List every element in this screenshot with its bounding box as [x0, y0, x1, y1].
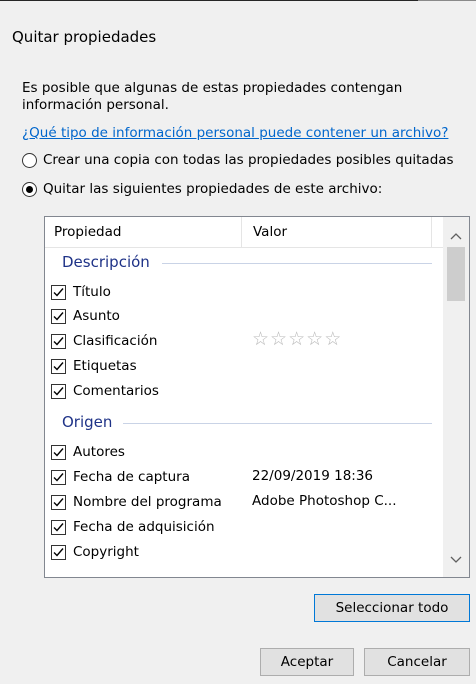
checkbox[interactable] — [51, 284, 66, 300]
property-label: Fecha de adquisición — [73, 519, 215, 535]
checkbox[interactable] — [51, 308, 66, 324]
property-label: Clasificación — [73, 333, 158, 349]
top-border — [0, 0, 418, 1]
option-copy-radio[interactable]: Crear una copia con todas las propiedade… — [22, 152, 454, 168]
group-header-descripcion: Descripción — [62, 253, 150, 271]
top-border-right — [418, 0, 476, 1]
checkbox[interactable] — [51, 519, 66, 535]
checkmark-icon — [53, 472, 64, 482]
cancel-button[interactable]: Cancelar — [364, 648, 470, 676]
list-item[interactable]: Nombre del programa — [51, 492, 222, 512]
chevron-down-icon[interactable] — [443, 547, 469, 573]
checkmark-icon — [53, 497, 64, 507]
group-label: Descripción — [62, 253, 150, 271]
star-icon[interactable]: ☆ — [324, 328, 342, 350]
star-icon[interactable]: ☆ — [252, 328, 270, 350]
property-label: Nombre del programa — [73, 494, 222, 510]
property-label: Etiquetas — [73, 358, 137, 374]
checkbox[interactable] — [51, 444, 66, 460]
option-copy-label: Crear una copia con todas las propiedade… — [43, 152, 454, 168]
checkbox[interactable] — [51, 333, 66, 349]
vertical-scrollbar[interactable] — [443, 217, 469, 577]
ok-button[interactable]: Aceptar — [260, 648, 354, 676]
list-item[interactable]: Etiquetas — [51, 356, 137, 376]
checkmark-icon — [53, 547, 64, 557]
property-value: Adobe Photoshop C... — [252, 493, 397, 509]
properties-list[interactable]: Propiedad Valor Descripción Título Asunt… — [44, 216, 470, 578]
radio-button-remove[interactable] — [22, 181, 37, 197]
rating-stars[interactable]: ☆☆☆☆☆ — [252, 328, 342, 350]
option-remove-label: Quitar las siguientes propiedades de est… — [43, 181, 383, 197]
list-item[interactable]: Autores — [51, 442, 125, 462]
dialog-description: Es posible que algunas de estas propieda… — [22, 80, 403, 113]
column-divider[interactable] — [241, 217, 242, 247]
property-label: Comentarios — [73, 383, 159, 399]
checkbox[interactable] — [51, 383, 66, 399]
list-item[interactable]: Fecha de adquisición — [51, 517, 215, 537]
option-remove-radio[interactable]: Quitar las siguientes propiedades de est… — [22, 181, 382, 197]
radio-button-copy[interactable] — [22, 152, 37, 168]
checkmark-icon — [53, 447, 64, 457]
scrollbar-thumb[interactable] — [447, 247, 465, 301]
checkbox[interactable] — [51, 494, 66, 510]
checkmark-icon — [53, 361, 64, 371]
dialog-title: Quitar propiedades — [12, 28, 157, 46]
star-icon[interactable]: ☆ — [270, 328, 288, 350]
checkbox[interactable] — [51, 358, 66, 374]
checkbox[interactable] — [51, 469, 66, 485]
list-item[interactable]: Título — [51, 282, 111, 302]
property-value: 22/09/2019 18:36 — [252, 468, 374, 484]
group-divider — [123, 423, 432, 424]
property-label: Asunto — [73, 308, 120, 324]
list-item[interactable]: Asunto — [51, 306, 120, 326]
group-label: Origen — [62, 413, 113, 431]
list-item[interactable]: Clasificación — [51, 331, 157, 351]
star-icon[interactable]: ☆ — [288, 328, 306, 350]
select-all-button[interactable]: Seleccionar todo — [314, 594, 470, 622]
checkmark-icon — [53, 287, 64, 297]
group-header-origen: Origen — [62, 413, 112, 431]
star-icon[interactable]: ☆ — [306, 328, 324, 350]
checkmark-icon — [53, 386, 64, 396]
chevron-up-icon[interactable] — [443, 223, 469, 249]
list-item[interactable]: Copyright — [51, 542, 139, 562]
column-divider[interactable] — [431, 217, 432, 247]
personal-info-link[interactable]: ¿Qué tipo de información personal puede … — [22, 125, 448, 141]
list-item[interactable]: Comentarios — [51, 381, 159, 401]
checkbox[interactable] — [51, 544, 66, 560]
checkmark-icon — [53, 522, 64, 532]
list-item[interactable]: Fecha de captura — [51, 467, 190, 487]
property-label: Fecha de captura — [73, 469, 190, 485]
column-header-value[interactable]: Valor — [253, 224, 287, 240]
property-label: Copyright — [73, 544, 139, 560]
group-divider — [162, 263, 432, 264]
property-label: Autores — [73, 444, 125, 460]
column-header-property[interactable]: Propiedad — [54, 224, 121, 240]
property-label: Título — [73, 284, 111, 300]
checkmark-icon — [53, 311, 64, 321]
checkmark-icon — [53, 336, 64, 346]
list-header: Propiedad Valor — [45, 217, 444, 248]
